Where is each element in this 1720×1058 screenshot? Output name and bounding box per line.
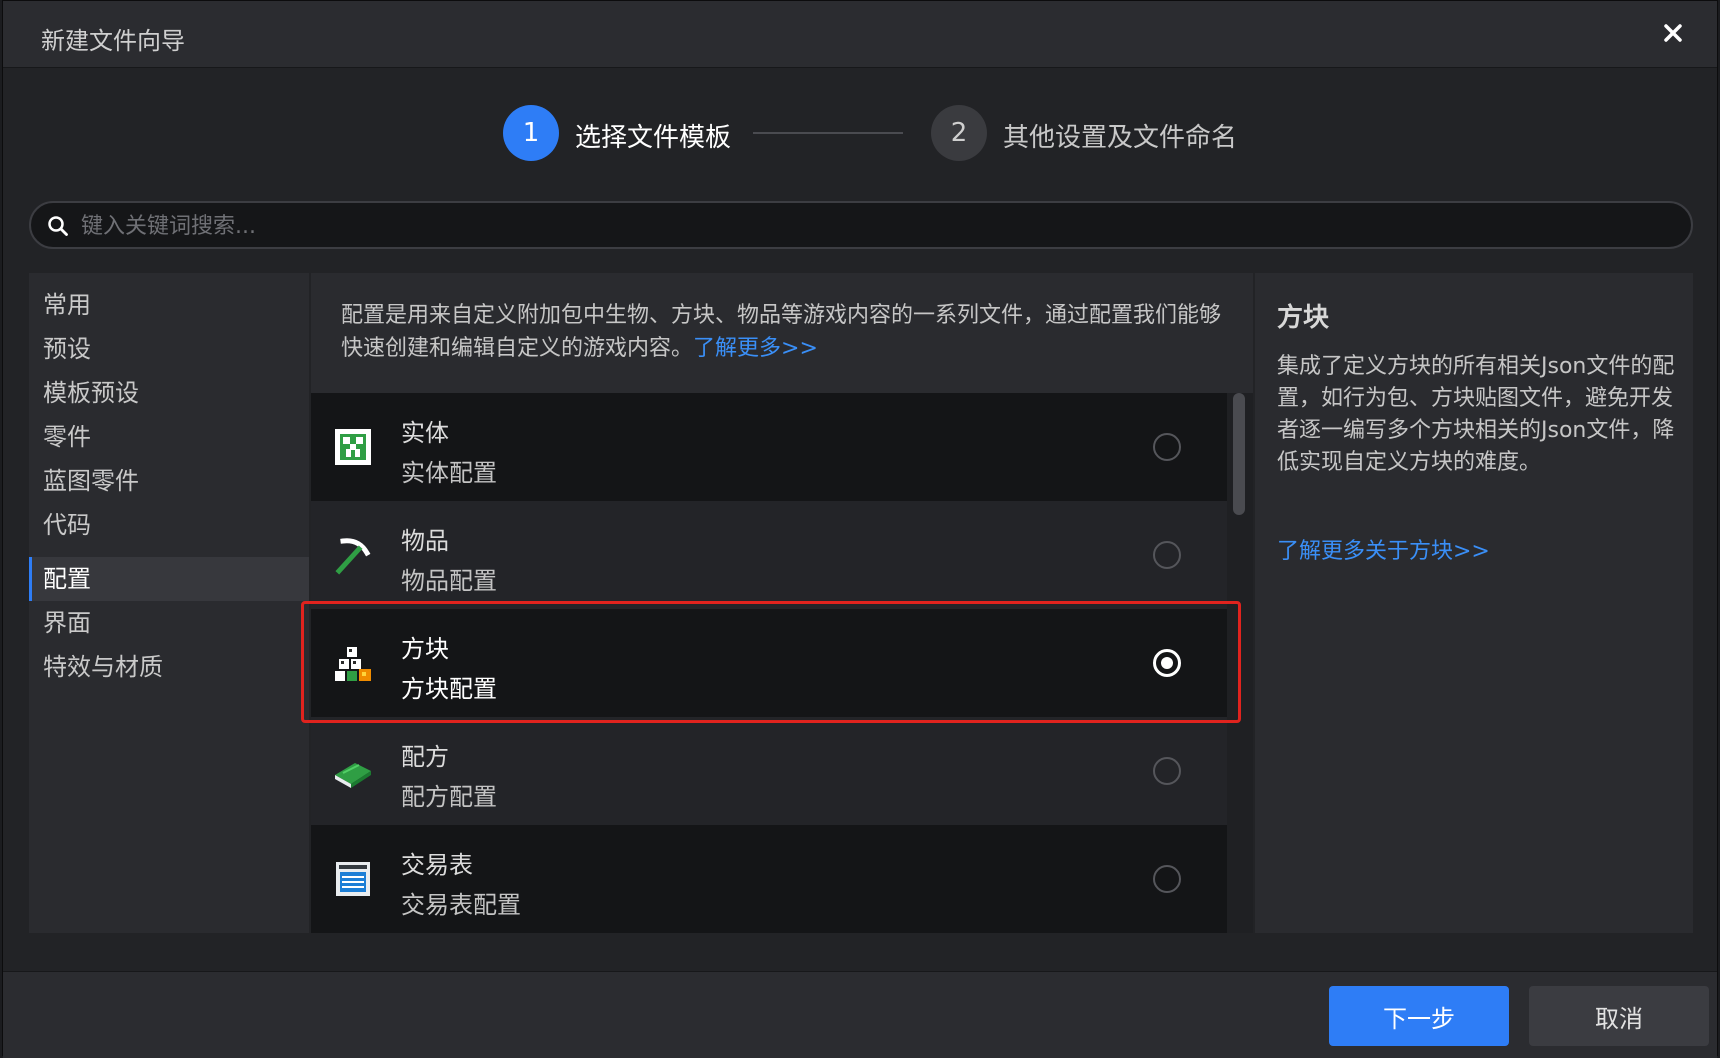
- category-sidebar: 常用 预设 模板预设 零件 蓝图零件 代码 配置 界面 特效与材质: [29, 273, 309, 933]
- template-list: 实体 实体配置 物品 物品配置 方块 方块配置 配方 配方配置 交易表 交易表配…: [311, 393, 1227, 933]
- next-button[interactable]: 下一步: [1329, 986, 1509, 1046]
- sidebar-item-config[interactable]: 配置: [29, 557, 309, 601]
- search-input[interactable]: [79, 205, 1663, 247]
- template-title: 实体: [401, 419, 449, 447]
- template-radio[interactable]: [1153, 757, 1181, 785]
- sidebar-item-parts[interactable]: 零件: [29, 415, 309, 459]
- description-text: 配置是用来自定义附加包中生物、方块、物品等游戏内容的一系列文件，通过配置我们能够…: [341, 299, 1221, 365]
- template-title: 配方: [401, 743, 449, 771]
- cancel-button[interactable]: 取消: [1529, 986, 1709, 1046]
- detail-description: 集成了定义方块的所有相关Json文件的配置，如行为包、方块贴图文件，避免开发者逐…: [1277, 354, 1675, 475]
- template-item-recipe[interactable]: 配方 配方配置: [311, 717, 1227, 825]
- sidebar-item-template-presets[interactable]: 模板预设: [29, 371, 309, 415]
- trade-table-icon: [336, 862, 370, 896]
- title-bar: 新建文件向导: [3, 1, 1717, 68]
- template-subtitle: 配方配置: [401, 783, 497, 811]
- template-title: 方块: [401, 635, 449, 663]
- template-title: 交易表: [401, 851, 473, 879]
- close-icon[interactable]: [1657, 17, 1689, 49]
- template-title: 物品: [401, 527, 449, 555]
- sidebar-item-blueprint-parts[interactable]: 蓝图零件: [29, 459, 309, 503]
- step-1-label: 选择文件模板: [575, 123, 732, 153]
- scrollbar-thumb[interactable]: [1233, 393, 1245, 515]
- pickaxe-icon: [335, 538, 371, 575]
- template-item-block[interactable]: 方块 方块配置: [311, 609, 1227, 717]
- blocks-icon: [335, 647, 371, 681]
- search-bar: [29, 201, 1693, 249]
- template-radio[interactable]: [1153, 541, 1181, 569]
- template-item-item[interactable]: 物品 物品配置: [311, 501, 1227, 609]
- new-file-wizard-dialog: 新建文件向导 1 选择文件模板 2 其他设置及文件命名 常用 预设 模板预设 零…: [2, 0, 1718, 1058]
- template-subtitle: 物品配置: [401, 567, 497, 595]
- sidebar-item-common[interactable]: 常用: [29, 283, 309, 327]
- step-connector: [753, 132, 903, 134]
- template-radio[interactable]: [1153, 433, 1181, 461]
- sidebar-item-code[interactable]: 代码: [29, 503, 309, 547]
- detail-learn-more-link[interactable]: 了解更多关于方块>>: [1277, 533, 1490, 565]
- wizard-steps: 1 选择文件模板 2 其他设置及文件命名: [3, 105, 1717, 161]
- category-description: 配置是用来自定义附加包中生物、方块、物品等游戏内容的一系列文件，通过配置我们能够…: [311, 273, 1253, 393]
- template-radio[interactable]: [1153, 649, 1181, 677]
- template-radio[interactable]: [1153, 865, 1181, 893]
- template-subtitle: 交易表配置: [401, 891, 521, 919]
- step-2-label: 其他设置及文件命名: [1003, 123, 1238, 153]
- template-item-entity[interactable]: 实体 实体配置: [311, 393, 1227, 501]
- template-panel: 配置是用来自定义附加包中生物、方块、物品等游戏内容的一系列文件，通过配置我们能够…: [311, 273, 1253, 933]
- detail-title: 方块: [1277, 303, 1330, 333]
- book-icon: [335, 763, 371, 788]
- learn-more-link[interactable]: 了解更多>>: [693, 336, 818, 361]
- dialog-footer: 下一步 取消: [3, 971, 1717, 1058]
- sidebar-item-ui[interactable]: 界面: [29, 601, 309, 645]
- step-2-number: 2: [931, 105, 987, 161]
- template-subtitle: 实体配置: [401, 459, 497, 487]
- creeper-icon: [335, 429, 371, 465]
- step-1-number: 1: [503, 105, 559, 161]
- window-title: 新建文件向导: [41, 27, 185, 55]
- detail-panel: 方块 集成了定义方块的所有相关Json文件的配置，如行为包、方块贴图文件，避免开…: [1255, 273, 1693, 933]
- template-item-trade-table[interactable]: 交易表 交易表配置: [311, 825, 1227, 933]
- sidebar-item-presets[interactable]: 预设: [29, 327, 309, 371]
- sidebar-item-effects-materials[interactable]: 特效与材质: [29, 645, 309, 689]
- search-icon: [48, 216, 68, 236]
- template-subtitle: 方块配置: [401, 675, 497, 703]
